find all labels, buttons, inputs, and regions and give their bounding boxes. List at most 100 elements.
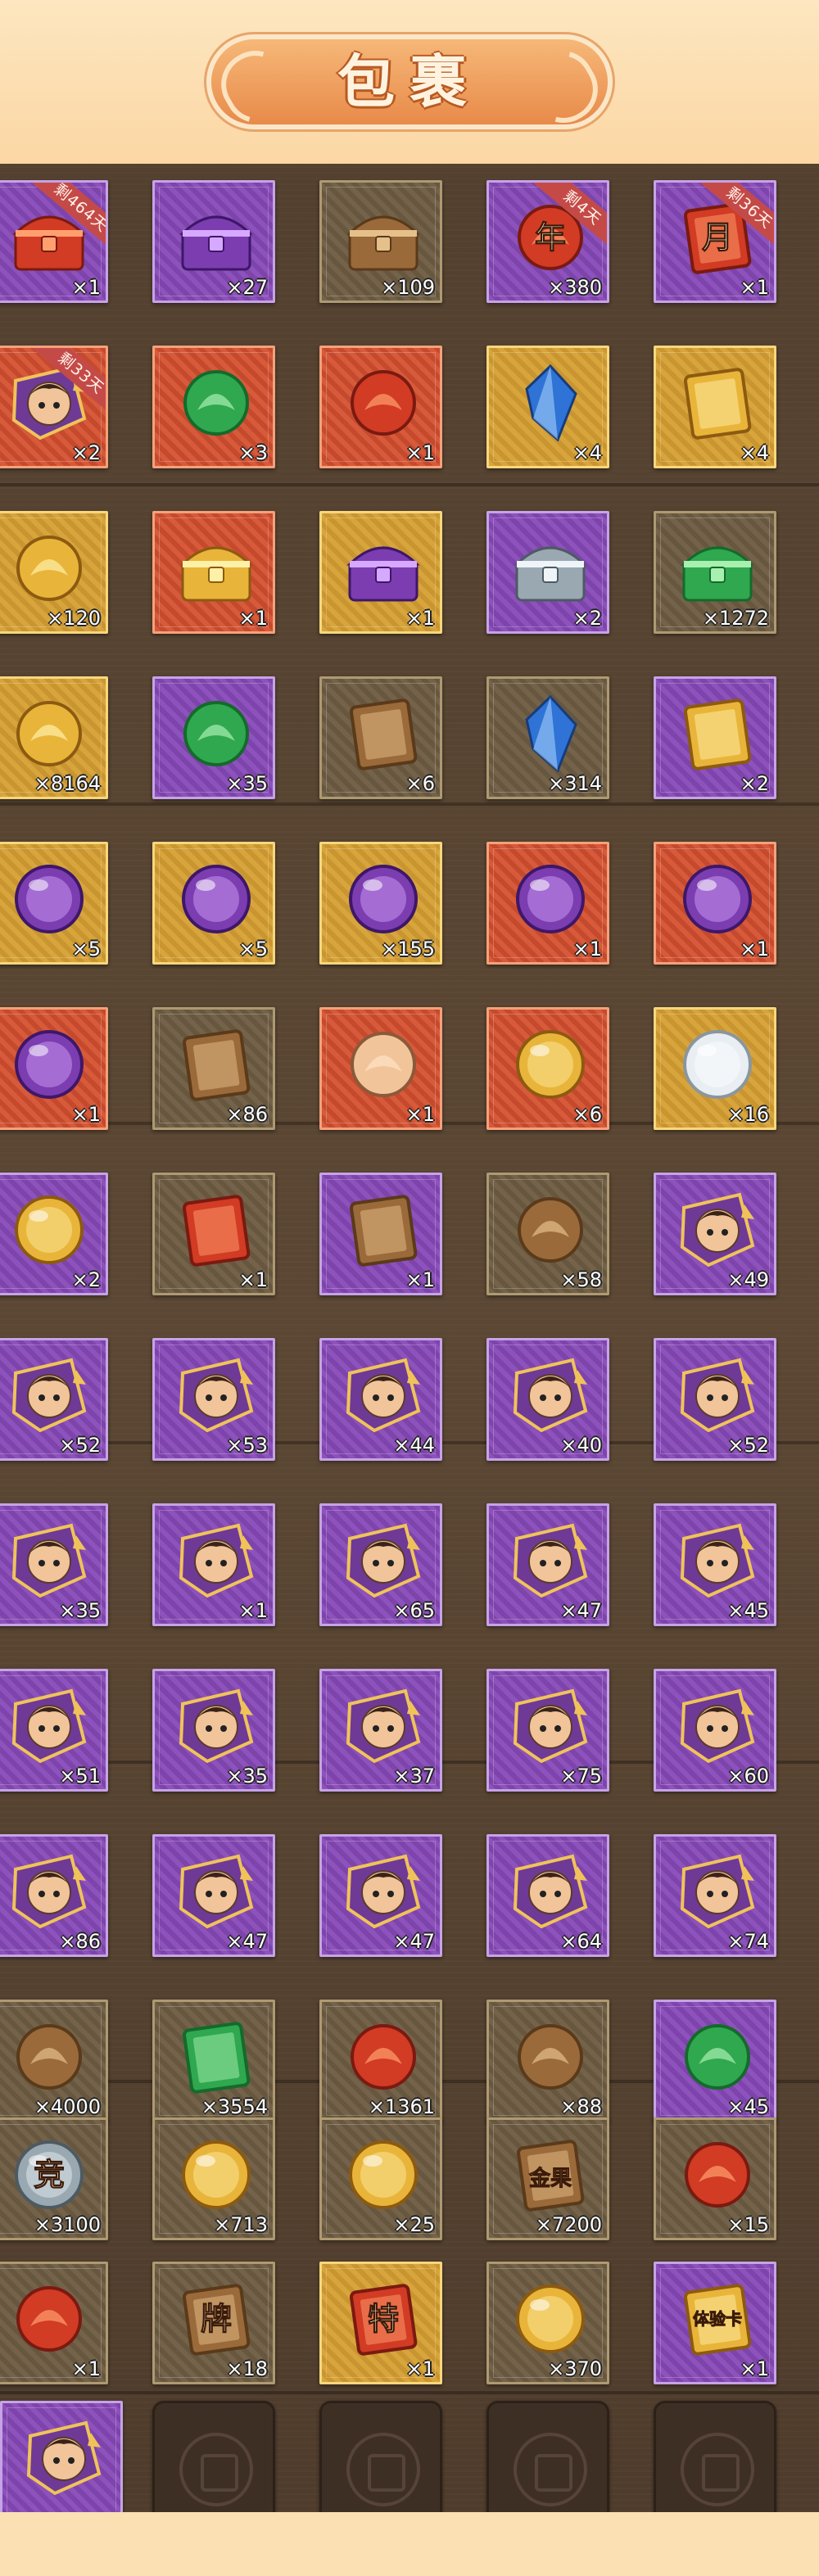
locked-item-slot[interactable] xyxy=(319,2401,442,2512)
item-slot[interactable]: ×1 xyxy=(319,511,442,634)
item-slot[interactable]: ×47 xyxy=(152,1834,275,1957)
item-slot[interactable]: ×3554 xyxy=(152,2000,275,2122)
item-slot[interactable]: 剩33天 ×2 xyxy=(0,346,108,468)
item-slot[interactable]: ×155 xyxy=(319,842,442,965)
red-jade-icon xyxy=(342,361,425,445)
item-slot[interactable]: ×53 xyxy=(152,1338,275,1461)
item-slot[interactable]: ×16 xyxy=(654,1007,776,1130)
item-slot[interactable]: ×120 xyxy=(0,511,108,634)
item-slot[interactable]: ×5 xyxy=(0,842,108,965)
item-slot[interactable]: ×1 xyxy=(319,1173,442,1295)
gold-trophy-coin-icon xyxy=(174,2133,258,2217)
item-slot[interactable]: ×370 xyxy=(486,2262,609,2384)
item-count: ×1 xyxy=(238,607,268,630)
item-slot[interactable]: ×15 xyxy=(654,2117,776,2240)
item-slot[interactable]: 牌 ×18 xyxy=(152,2262,275,2384)
item-slot[interactable]: ×47 xyxy=(319,1834,442,1957)
item-slot[interactable]: ×109 xyxy=(319,180,442,303)
item-slot[interactable]: ×47 xyxy=(486,1503,609,1626)
item-slot[interactable]: ×1 xyxy=(319,1007,442,1130)
item-slot[interactable]: ×35 xyxy=(152,1669,275,1792)
hero-shard-icon xyxy=(342,1354,425,1437)
item-slot[interactable]: ×6 xyxy=(486,1007,609,1130)
item-count: ×1272 xyxy=(702,607,769,630)
inventory-grid[interactable]: 剩464天 ×1 ×27 ×109 年剩4天 ×380 月剩36天 ×1 剩33天 ×2… xyxy=(0,164,819,2512)
item-slot[interactable]: 体验卡 ×1 xyxy=(654,2262,776,2384)
item-slot[interactable]: ×1 xyxy=(654,842,776,965)
item-slot[interactable]: 特 ×1 xyxy=(319,2262,442,2384)
item-slot[interactable]: ×1 xyxy=(152,1173,275,1295)
item-slot[interactable]: 金果 ×7200 xyxy=(486,2117,609,2240)
item-slot[interactable]: 月剩36天 ×1 xyxy=(654,180,776,303)
item-slot[interactable]: ×25 xyxy=(319,2117,442,2240)
item-slot[interactable]: ×713 xyxy=(152,2117,275,2240)
item-slot[interactable]: ×35 xyxy=(152,676,275,799)
item-slot[interactable]: ×75 xyxy=(486,1669,609,1792)
hero-shard-icon xyxy=(509,1519,592,1602)
item-slot[interactable]: ×27 xyxy=(152,180,275,303)
item-slot[interactable]: ×8164 xyxy=(0,676,108,799)
item-count: ×1 xyxy=(405,441,435,464)
locked-item-slot[interactable] xyxy=(654,2401,776,2512)
item-slot[interactable]: ×45 xyxy=(654,2000,776,2122)
item-slot[interactable]: ×60 xyxy=(654,1669,776,1792)
item-slot[interactable]: ×74 xyxy=(654,1834,776,1957)
item-slot[interactable]: ×2 xyxy=(0,1173,108,1295)
item-count: ×2 xyxy=(71,441,101,464)
item-slot[interactable]: 剩464天 ×1 xyxy=(0,180,108,303)
item-slot[interactable]: ×4000 xyxy=(0,2000,108,2122)
item-slot[interactable]: ×4 xyxy=(486,346,609,468)
item-count: ×2 xyxy=(71,1268,101,1291)
sword-coin-icon xyxy=(342,2133,425,2217)
item-slot[interactable]: ×86 xyxy=(152,1007,275,1130)
item-slot[interactable]: ×2 xyxy=(654,676,776,799)
item-slot[interactable]: ×58 xyxy=(486,1173,609,1295)
item-slot[interactable]: ×1 xyxy=(0,1007,108,1130)
locked-slot-icon xyxy=(681,2433,754,2506)
locked-item-slot[interactable] xyxy=(152,2401,275,2512)
item-slot[interactable]: ×44 xyxy=(319,1338,442,1461)
item-slot[interactable]: ×49 xyxy=(654,1173,776,1295)
item-slot[interactable]: ×35 xyxy=(0,1503,108,1626)
item-slot[interactable]: ×1 xyxy=(0,2262,108,2384)
item-slot[interactable]: ×314 xyxy=(486,676,609,799)
item-slot[interactable]: ×40 xyxy=(486,1338,609,1461)
item-count: ×155 xyxy=(381,938,435,960)
header-bar: 包裹 xyxy=(0,0,819,164)
item-count: ×58 xyxy=(560,1268,602,1291)
item-count: ×5 xyxy=(71,938,101,960)
item-count: ×37 xyxy=(393,1765,435,1787)
item-slot[interactable]: ×1 xyxy=(486,842,609,965)
item-count: ×6 xyxy=(572,1103,602,1126)
item-slot[interactable]: ×65 xyxy=(319,1503,442,1626)
hero-shard-icon xyxy=(509,1354,592,1437)
item-slot[interactable]: ×45 xyxy=(654,1503,776,1626)
horse-token-icon xyxy=(7,692,91,775)
item-slot[interactable]: 竞 ×3100 xyxy=(0,2117,108,2240)
item-slot[interactable]: ×3 xyxy=(152,346,275,468)
item-slot[interactable]: ×51 xyxy=(0,1669,108,1792)
item-slot[interactable]: ×4 xyxy=(654,346,776,468)
item-count: ×1 xyxy=(71,276,101,299)
item-slot[interactable]: ×37 xyxy=(319,1669,442,1792)
item-slot[interactable]: ×1272 xyxy=(654,511,776,634)
item-slot[interactable]: ×88 xyxy=(486,2000,609,2122)
item-slot[interactable]: ×52 xyxy=(0,1338,108,1461)
item-slot[interactable]: 年剩4天 ×380 xyxy=(486,180,609,303)
row-divider xyxy=(0,802,819,806)
item-slot[interactable]: ×1 xyxy=(152,511,275,634)
locked-item-slot[interactable] xyxy=(486,2401,609,2512)
item-slot[interactable]: ×6 xyxy=(319,676,442,799)
item-slot[interactable]: ×5 xyxy=(152,842,275,965)
item-slot[interactable]: ×52 xyxy=(654,1338,776,1461)
item-slot[interactable]: ×86 xyxy=(0,1834,108,1957)
item-slot[interactable]: ×2 xyxy=(486,511,609,634)
item-slot[interactable] xyxy=(0,2401,123,2512)
item-slot[interactable]: ×1361 xyxy=(319,2000,442,2122)
item-slot[interactable]: ×64 xyxy=(486,1834,609,1957)
opera-mask-icon xyxy=(342,2015,425,2099)
item-slot[interactable]: ×1 xyxy=(319,346,442,468)
item-slot[interactable]: ×1 xyxy=(152,1503,275,1626)
item-count: ×74 xyxy=(727,1930,769,1953)
item-count: ×1 xyxy=(71,2357,101,2380)
